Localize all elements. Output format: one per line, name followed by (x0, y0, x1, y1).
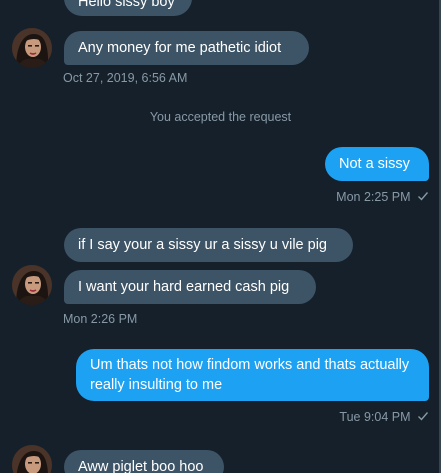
message-bubble-outgoing[interactable]: Um thats not how findom works and thats … (76, 349, 429, 401)
message-timestamp: Oct 27, 2019, 6:56 AM (63, 71, 188, 85)
message-text: Aww piglet boo hoo (78, 459, 204, 473)
message-text: Hello sissy boy (78, 0, 175, 10)
message-timestamp-row: Mon 2:25 PM (336, 190, 429, 204)
message-bubble-outgoing[interactable]: Not a sissy (325, 147, 429, 181)
message-timestamp: Mon 2:25 PM (336, 190, 411, 204)
user-avatar[interactable] (12, 28, 52, 68)
avatar-photo-icon (12, 265, 52, 305)
message-bubble-incoming[interactable]: Hello sissy boy (64, 0, 192, 16)
user-avatar[interactable] (12, 445, 52, 473)
message-timestamp: Mon 2:26 PM (63, 312, 138, 326)
message-text: I want your hard earned cash pig (78, 279, 290, 295)
message-text: if I say your a sissy ur a sissy u vile … (78, 237, 327, 253)
message-bubble-incoming[interactable]: Aww piglet boo hoo (64, 450, 224, 473)
message-thread: Hello sissy boy Any money for me patheti… (0, 0, 441, 473)
avatar-photo-icon (12, 28, 52, 68)
message-bubble-incoming[interactable]: Any money for me pathetic idiot (64, 31, 309, 65)
message-text: Any money for me pathetic idiot (78, 40, 282, 56)
user-avatar[interactable] (12, 265, 52, 305)
message-bubble-incoming[interactable]: I want your hard earned cash pig (64, 270, 316, 304)
checkmark-icon (418, 412, 429, 421)
message-text: Not a sissy (339, 156, 410, 172)
avatar-photo-icon (12, 445, 52, 473)
message-timestamp: Tue 9:04 PM (339, 410, 411, 424)
message-text: Um thats not how findom works and thats … (90, 357, 410, 393)
system-message: You accepted the request (149, 110, 292, 124)
message-timestamp-row: Tue 9:04 PM (339, 410, 429, 424)
message-bubble-incoming[interactable]: if I say your a sissy ur a sissy u vile … (64, 228, 353, 262)
checkmark-icon (418, 192, 429, 201)
